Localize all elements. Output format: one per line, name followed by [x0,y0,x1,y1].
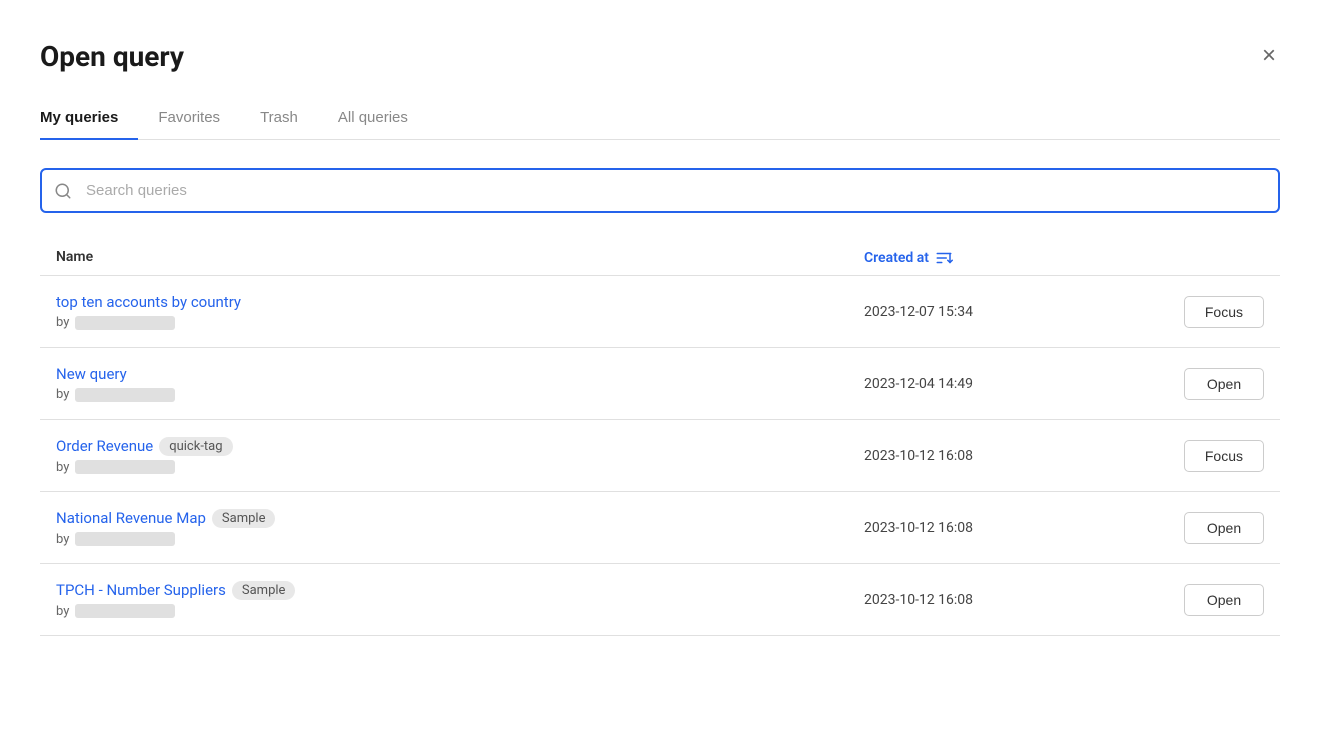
row-date: 2023-10-12 16:08 [864,520,1124,536]
focus-button[interactable]: Focus [1184,440,1264,472]
row-by: by [56,532,864,547]
tab-all-queries[interactable]: All queries [318,97,428,140]
row-action: Focus [1124,440,1264,472]
row-date: 2023-12-04 14:49 [864,376,1124,392]
row-title-link[interactable]: TPCH - Number Suppliers [56,581,226,599]
row-by: by [56,387,864,402]
table-row: top ten accounts by country by 2023-12-0… [40,276,1280,348]
row-date: 2023-12-07 15:34 [864,304,1124,320]
focus-button[interactable]: Focus [1184,296,1264,328]
row-tag: Sample [232,581,296,600]
open-query-modal: Open query × My queries Favorites Trash … [0,0,1320,730]
search-input[interactable] [40,168,1280,213]
row-by: by [56,315,864,330]
row-by: by [56,460,864,475]
row-info: TPCH - Number Suppliers Sample by [56,581,864,619]
row-by-user [75,388,175,402]
row-by: by [56,604,864,619]
open-button[interactable]: Open [1184,368,1264,400]
col-header-name: Name [56,249,864,267]
row-action: Open [1124,368,1264,400]
table-row: TPCH - Number Suppliers Sample by 2023-1… [40,564,1280,636]
sort-icon [935,249,953,267]
row-date: 2023-10-12 16:08 [864,592,1124,608]
close-button[interactable]: × [1258,40,1280,72]
tabs-container: My queries Favorites Trash All queries [40,97,1280,140]
tab-my-queries[interactable]: My queries [40,97,138,140]
row-by-user [75,532,175,546]
row-title-link[interactable]: Order Revenue [56,437,153,455]
open-button[interactable]: Open [1184,584,1264,616]
col-header-created[interactable]: Created at [864,249,1124,267]
row-action: Open [1124,512,1264,544]
queries-table: Name Created at top ten accounts by [40,241,1280,636]
row-info: National Revenue Map Sample by [56,509,864,547]
tab-favorites[interactable]: Favorites [138,97,240,140]
table-row: National Revenue Map Sample by 2023-10-1… [40,492,1280,564]
table-row: Order Revenue quick-tag by 2023-10-12 16… [40,420,1280,492]
row-title-link[interactable]: New query [56,365,864,383]
row-title-link[interactable]: top ten accounts by country [56,293,864,311]
row-tag: Sample [212,509,276,528]
open-button[interactable]: Open [1184,512,1264,544]
row-date: 2023-10-12 16:08 [864,448,1124,464]
row-action: Open [1124,584,1264,616]
search-container [40,168,1280,213]
row-action: Focus [1124,296,1264,328]
row-info: New query by [56,365,864,402]
modal-header: Open query × [40,40,1280,73]
row-info: Order Revenue quick-tag by [56,437,864,475]
row-by-user [75,460,175,474]
table-row: New query by 2023-12-04 14:49 Open [40,348,1280,420]
row-tag: quick-tag [159,437,232,456]
row-by-user [75,604,175,618]
table-header: Name Created at [40,241,1280,276]
row-title-link[interactable]: National Revenue Map [56,509,206,527]
search-icon [54,182,72,200]
modal-title: Open query [40,40,184,73]
row-info: top ten accounts by country by [56,293,864,330]
row-by-user [75,316,175,330]
tab-trash[interactable]: Trash [240,97,318,140]
